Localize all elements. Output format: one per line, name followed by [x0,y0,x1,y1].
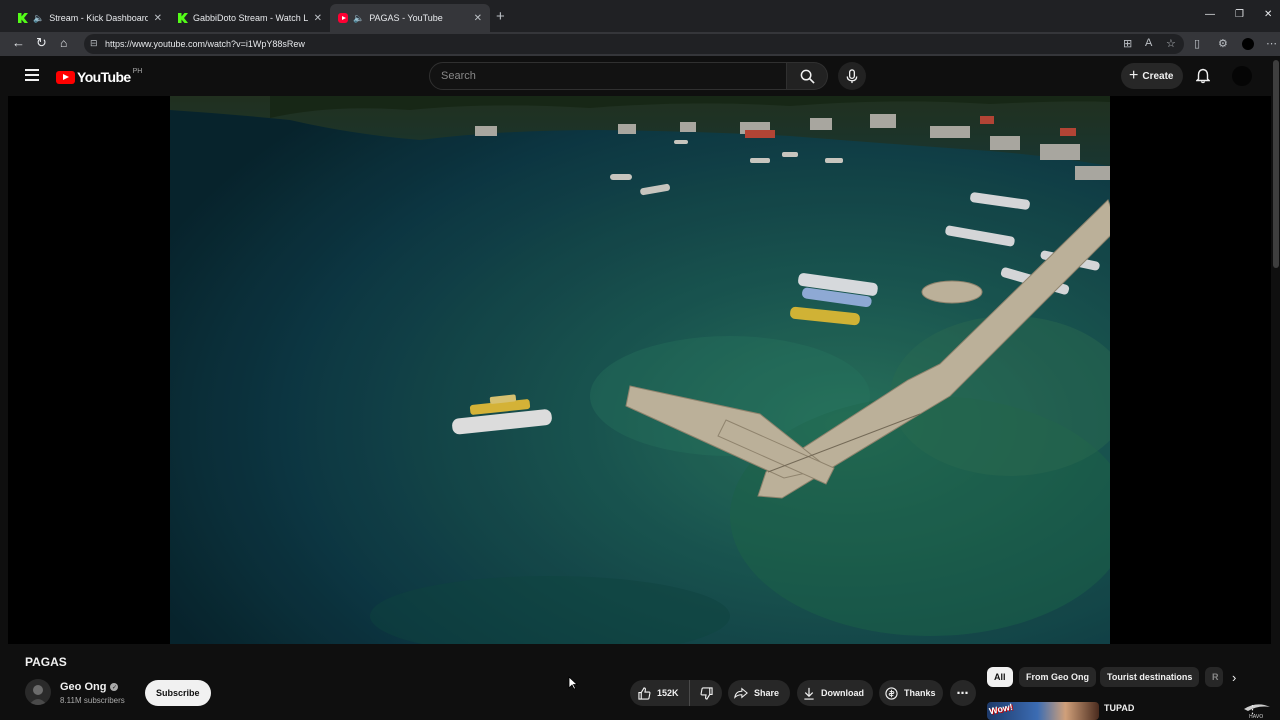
more-actions-button[interactable]: ⋯ [950,680,976,706]
restore-icon[interactable]: ❐ [1235,9,1244,20]
notifications-bell-icon[interactable] [1196,68,1210,84]
country-code: PH [132,67,143,75]
thumbs-down-icon [700,686,713,700]
site-info-icon[interactable]: ⊟ [90,38,98,49]
browser-toolbar: ← ↻ ⌂ ⊟ https://www.youtube.com/watch?v=… [0,32,1280,56]
url-text: https://www.youtube.com/watch?v=i1WpY88s… [105,39,305,49]
download-button[interactable]: Download [797,680,873,706]
super-thanks-icon [885,686,898,700]
dislike-button[interactable] [690,686,722,700]
share-button[interactable]: Share [728,680,790,706]
create-button[interactable]: + Create [1121,63,1184,89]
split-screen-icon[interactable]: ▯ [1194,37,1200,50]
like-dislike-group: 152K [630,680,722,706]
close-tab-icon[interactable]: ✕ [314,13,322,24]
chevron-right-icon[interactable]: › [1232,670,1236,685]
thanks-label: Thanks [904,688,936,698]
youtube-masthead: YouTube PH Search + Create [0,56,1280,96]
more-horizontal-icon: ⋯ [956,686,970,700]
subscriber-count: 8.11M subscribers [60,696,125,705]
youtube-icon [338,13,348,23]
chip-tourist-destinations[interactable]: Tourist destinations [1100,667,1200,687]
share-label: Share [754,688,780,698]
speaker-icon[interactable]: 🔈 [33,13,44,24]
chip-from-geo-ong[interactable]: From Geo Ong [1019,667,1096,687]
kick-icon [18,13,28,23]
share-arrow-icon [734,687,748,699]
close-tab-icon[interactable]: ✕ [474,13,482,24]
youtube-logo[interactable]: YouTube PH [56,67,143,85]
tab-title: GabbiDoto Stream - Watch Live o [193,13,308,23]
speaker-icon[interactable]: 🔈 [353,13,364,24]
kick-icon [178,13,188,23]
minimize-icon[interactable]: — [1205,9,1215,20]
verified-badge-icon: ✓ [110,683,119,691]
profile-avatar[interactable] [1242,38,1254,50]
microphone-icon [846,68,858,83]
browser-tab-pagas-youtube[interactable]: 🔈 PAGAS - YouTube ✕ [330,4,490,32]
address-bar[interactable]: ⊟ https://www.youtube.com/watch?v=i1WpY8… [84,34,1184,54]
plus-icon: + [1129,67,1139,84]
page-scrollbar[interactable] [1273,60,1279,268]
favorite-star-icon[interactable]: ☆ [1166,37,1176,50]
browser-tab-gabbidoto[interactable]: GabbiDoto Stream - Watch Live o ✕ [170,4,330,32]
download-icon [804,687,814,700]
channel-avatar[interactable] [25,679,51,705]
thumbnail-text: Wow! [988,702,1014,717]
download-label: Download [821,688,864,698]
like-count: 152K [657,688,679,698]
browser-tab-kick-dashboard[interactable]: 🔈 Stream - Kick Dashboard ✕ [10,4,170,32]
create-label: Create [1142,70,1174,82]
account-avatar[interactable] [1232,66,1252,86]
youtube-play-icon [56,70,75,84]
app-available-icon[interactable]: ⊞ [1123,37,1132,50]
close-window-icon[interactable]: ✕ [1264,9,1272,20]
voice-search-button[interactable] [838,62,866,90]
guide-menu-icon[interactable] [25,69,39,81]
tab-title: PAGAS - YouTube [369,13,443,23]
search-icon [800,69,815,84]
more-vertical-icon[interactable]: ⋮ [1247,703,1258,716]
new-tab-icon[interactable]: + [496,8,505,25]
chip-partial[interactable]: R [1205,667,1223,687]
video-player[interactable]: HAVO [8,96,1271,719]
extensions-icon[interactable]: ⚙ [1218,37,1228,50]
search-input[interactable]: Search [429,62,787,90]
close-tab-icon[interactable]: ✕ [154,13,162,24]
chip-all[interactable]: All [987,667,1013,687]
mouse-cursor-icon [568,676,578,690]
browser-menu-icon[interactable]: ⋯ [1266,37,1277,50]
video-frame-aerial-pier [170,96,1110,644]
recommendation-title[interactable]: TUPAD [1104,703,1134,713]
like-button[interactable]: 152K [630,680,690,706]
thanks-button[interactable]: Thanks [879,680,943,706]
logo-wordmark: YouTube [77,69,131,85]
reload-icon[interactable]: ↻ [36,35,47,51]
subscribe-button[interactable]: Subscribe [145,680,211,706]
search-button[interactable] [787,62,828,90]
search-placeholder: Search [441,70,476,82]
back-icon[interactable]: ← [12,35,25,50]
home-icon[interactable]: ⌂ [60,36,67,50]
channel-name: Geo Ong [60,681,107,693]
browser-tab-strip: 🔈 Stream - Kick Dashboard ✕ GabbiDoto St… [0,0,1280,32]
channel-name-link[interactable]: Geo Ong ✓ [60,681,119,693]
video-title: PAGAS [25,655,67,669]
recommendation-thumbnail[interactable]: Wow! [987,702,1099,720]
read-aloud-icon[interactable]: A [1145,37,1152,49]
thumbs-up-icon [638,686,651,700]
tab-title: Stream - Kick Dashboard [49,13,148,23]
